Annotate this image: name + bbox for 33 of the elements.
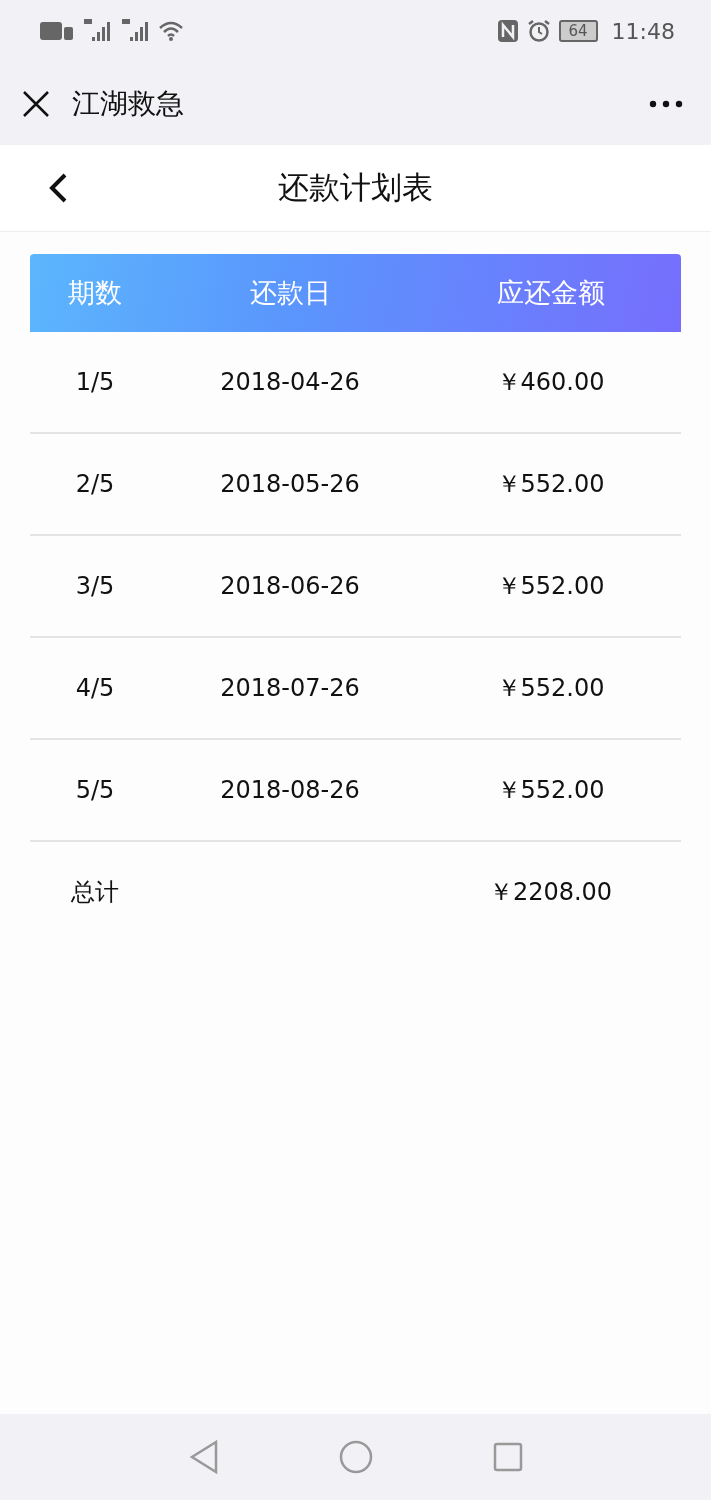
- table-cell-text: ￥552.00: [495, 571, 606, 602]
- table-cell-text: ￥552.00: [495, 775, 606, 806]
- table-cell-text: 3/5: [74, 572, 116, 600]
- table-cell-text: 2018-06-26: [219, 572, 361, 600]
- table-cell-text: 1/5: [74, 368, 116, 396]
- close-icon[interactable]: [22, 89, 50, 118]
- table-cell-text: ￥552.00: [495, 673, 606, 704]
- table-cell-text: 2018-05-26: [219, 470, 361, 498]
- column-header: 应还金额: [495, 276, 606, 310]
- table-cell-text: 2018-07-26: [219, 674, 361, 702]
- hd-icon: [40, 21, 74, 41]
- table-cell-text: ￥552.00: [495, 469, 606, 500]
- signal-icon: [82, 19, 112, 43]
- column-header: 期数: [67, 276, 123, 310]
- page-title: 还款计划表: [278, 168, 433, 207]
- nfc-icon: [496, 19, 519, 43]
- table-cell-text: 2/5: [74, 470, 116, 498]
- table-cell-text: 4/5: [74, 674, 116, 702]
- table-cell-text: 2018-08-26: [219, 776, 361, 804]
- battery-indicator: 64: [558, 20, 598, 42]
- total-label: 总计: [70, 877, 120, 908]
- total-amount: ￥2208.00: [487, 877, 614, 908]
- column-header: 还款日: [248, 276, 332, 310]
- back-icon[interactable]: [48, 172, 68, 204]
- alarm-icon: [526, 19, 551, 43]
- table-cell-text: ￥460.00: [495, 367, 606, 398]
- more-icon[interactable]: [649, 99, 683, 108]
- table-cell-text: 5/5: [74, 776, 116, 804]
- wifi-icon: [158, 20, 184, 42]
- table-cell-text: 2018-04-26: [219, 368, 361, 396]
- signal-icon: [120, 19, 150, 43]
- app-title: 江湖救急: [72, 85, 184, 122]
- status-time: 11:48: [611, 18, 675, 44]
